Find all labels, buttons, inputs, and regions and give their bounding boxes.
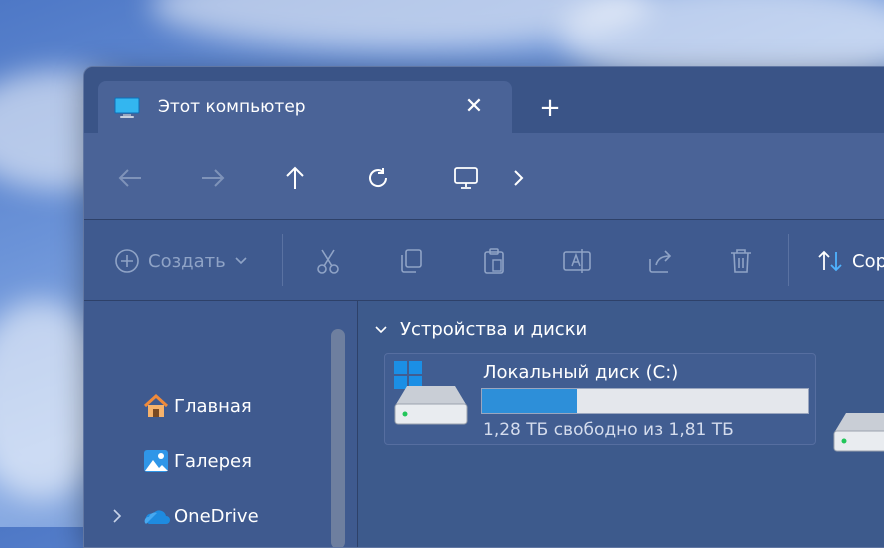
chevron-down-icon (235, 257, 247, 265)
monitor-outline-icon (454, 167, 478, 189)
devices-group-header[interactable]: Устройства и диски (374, 319, 587, 340)
arrow-up-icon (286, 166, 304, 189)
refresh-button[interactable] (361, 161, 395, 195)
toolbar-separator (282, 234, 283, 286)
arrow-right-icon (202, 169, 225, 187)
file-explorer-window: Этот компьютер ✕ + Создать Сор Главная Г… (83, 66, 884, 548)
navigation-bar (84, 133, 884, 220)
drive-usage-bar (481, 388, 809, 414)
sidebar-item-label: Главная (174, 395, 252, 417)
create-label: Создать (148, 250, 226, 272)
chevron-down-icon (375, 325, 387, 333)
scissors-icon (317, 249, 339, 274)
breadcrumb-expand-button[interactable] (501, 161, 535, 195)
hard-drive-icon (833, 413, 884, 452)
hard-drive-icon (394, 386, 468, 425)
drive-usage-fill (482, 389, 577, 413)
cut-button[interactable] (314, 246, 342, 276)
clipboard-icon (484, 248, 504, 274)
copy-icon (401, 249, 422, 273)
create-button[interactable]: Создать (114, 246, 248, 276)
chevron-right-icon[interactable] (112, 508, 122, 524)
copy-button[interactable] (397, 246, 425, 276)
sort-button[interactable]: Сор (816, 246, 884, 276)
drive-name: Локальный диск (C:) (483, 362, 679, 383)
refresh-icon (369, 168, 388, 187)
close-tab-button[interactable]: ✕ (460, 93, 488, 121)
monitor-icon (114, 97, 140, 118)
sidebar-item-label: OneDrive (174, 505, 259, 527)
sort-icon (818, 250, 842, 272)
new-tab-button[interactable]: + (536, 94, 564, 122)
up-button[interactable] (278, 161, 312, 195)
rename-button[interactable] (562, 246, 592, 276)
plus-circle-icon (115, 249, 139, 273)
command-bar: Создать Сор (84, 220, 884, 301)
arrow-left-icon (118, 169, 141, 187)
tab-title: Этот компьютер (158, 97, 306, 117)
tab-this-pc[interactable]: Этот компьютер ✕ (98, 81, 512, 133)
title-bar: Этот компьютер ✕ + (84, 67, 884, 133)
sort-label: Сор (852, 250, 884, 272)
chevron-right-icon (514, 170, 524, 186)
toolbar-separator (788, 234, 789, 286)
sidebar-item-home[interactable]: Главная (142, 391, 252, 421)
sidebar-item-gallery[interactable]: Галерея (142, 446, 252, 476)
sidebar-scrollbar[interactable] (331, 329, 345, 547)
content-pane: Устройства и диски Локальный диск (C:) 1… (358, 301, 884, 547)
delete-button[interactable] (728, 246, 754, 276)
onedrive-icon (142, 502, 170, 530)
drive-c-tile[interactable]: Локальный диск (C:) 1,28 ТБ свободно из … (384, 353, 816, 445)
group-header-label: Устройства и диски (400, 319, 588, 340)
drive-free-space: 1,28 ТБ свободно из 1,81 ТБ (483, 420, 734, 440)
navigation-pane: Главная Галерея OneDrive (84, 301, 358, 547)
back-button[interactable] (113, 161, 147, 195)
paste-button[interactable] (480, 246, 508, 276)
gallery-icon (142, 447, 170, 475)
forward-button[interactable] (196, 161, 230, 195)
share-button[interactable] (646, 246, 674, 276)
share-icon (649, 250, 672, 273)
this-pc-breadcrumb-button[interactable] (449, 161, 483, 195)
trash-icon (731, 249, 751, 273)
rename-icon (563, 249, 591, 273)
sidebar-item-label: Галерея (174, 450, 252, 472)
home-icon (142, 392, 170, 420)
